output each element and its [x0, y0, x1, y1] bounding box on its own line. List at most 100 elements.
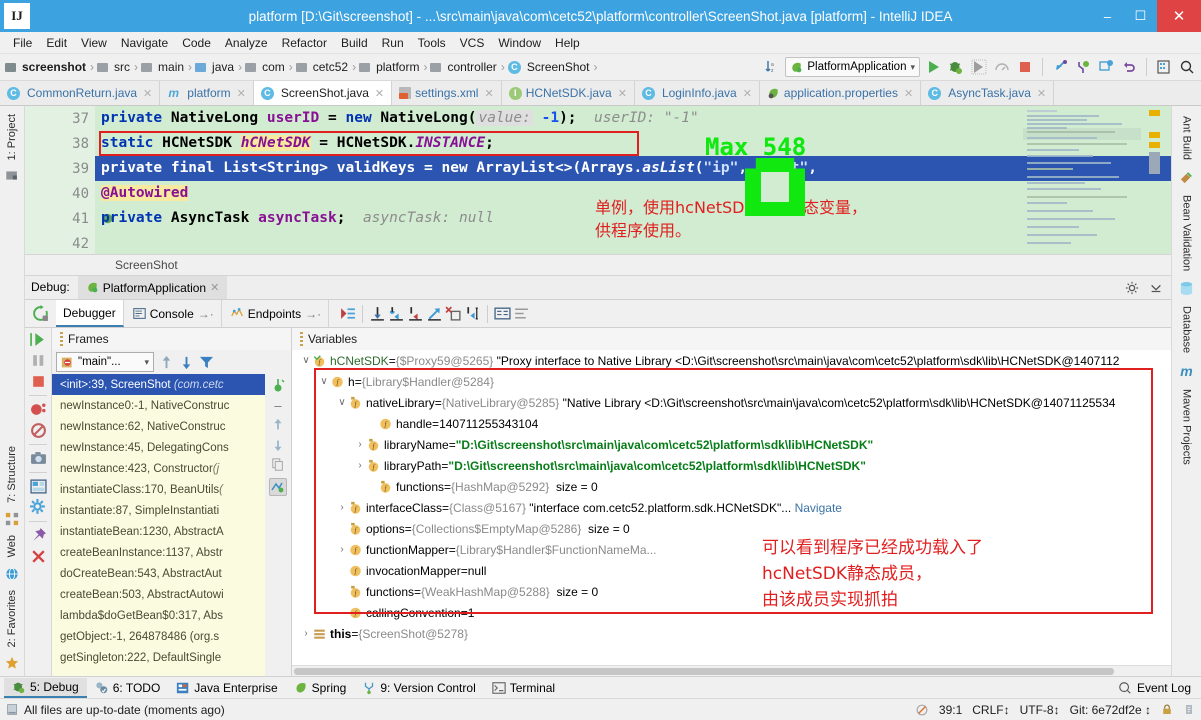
- variables-hscrollbar[interactable]: [292, 665, 1171, 676]
- settings-gear-icon[interactable]: [29, 499, 47, 516]
- frame-row[interactable]: newInstance:423, Constructor (j: [52, 458, 265, 479]
- move-up-icon[interactable]: [271, 418, 285, 432]
- toolwindow-java-enterprise[interactable]: Java Enterprise: [168, 679, 285, 697]
- close-icon[interactable]: ✕: [237, 87, 246, 100]
- search-icon[interactable]: [1177, 57, 1197, 77]
- drop-frame-icon[interactable]: [445, 305, 462, 322]
- arrow-up-icon[interactable]: [159, 355, 174, 370]
- frames-list[interactable]: <init>:39, ScreenShot (com.cetc newInsta…: [52, 374, 265, 676]
- copy-icon[interactable]: [271, 458, 285, 472]
- sidebar-item-ant-build[interactable]: Ant Build: [1181, 110, 1193, 166]
- collapse-icon[interactable]: –: [274, 399, 281, 412]
- code-editor[interactable]: 37 38 39 40 41 42 private NativeLong use…: [25, 106, 1171, 254]
- tab-endpoints[interactable]: Endpoints →·: [224, 300, 330, 327]
- expand-arrow-icon[interactable]: ›: [300, 628, 312, 639]
- frame-row[interactable]: instantiateBean:1230, AbstractA: [52, 521, 265, 542]
- menu-code[interactable]: Code: [175, 34, 218, 52]
- menu-navigate[interactable]: Navigate: [114, 34, 175, 52]
- pause-icon[interactable]: [30, 352, 47, 369]
- code-minimap[interactable]: [1023, 106, 1143, 254]
- breadcrumb-platform[interactable]: platform ›: [358, 59, 429, 75]
- hector-icon[interactable]: [915, 703, 929, 717]
- run-configuration-selector[interactable]: PlatformApplication ▾: [785, 57, 920, 77]
- menu-help[interactable]: Help: [548, 34, 587, 52]
- tab-commonreturn[interactable]: C CommonReturn.java ✕: [0, 81, 161, 105]
- close-button[interactable]: ✕: [1157, 0, 1201, 32]
- project-structure-icon[interactable]: [1154, 57, 1174, 77]
- arrow-down-icon[interactable]: [179, 355, 194, 370]
- frame-row[interactable]: <init>:39, ScreenShot (com.cetc: [52, 374, 265, 395]
- warning-stripe[interactable]: [1149, 110, 1160, 116]
- code-text-area[interactable]: private NativeLong userID = new NativeLo…: [95, 106, 1171, 254]
- close-icon[interactable]: [30, 548, 47, 565]
- line-separator[interactable]: CRLF↕: [972, 703, 1009, 717]
- frame-row[interactable]: newInstance0:-1, NativeConstruc: [52, 395, 265, 416]
- variable-row[interactable]: › f libraryName = "D:\Git\screenshot\src…: [292, 434, 1171, 455]
- expand-arrow-icon[interactable]: ∨: [318, 376, 330, 387]
- sidebar-item-structure[interactable]: 7: Structure: [6, 440, 18, 509]
- expand-arrow-icon[interactable]: ∨: [300, 355, 312, 366]
- step-into-icon[interactable]: [388, 305, 405, 322]
- warning-stripe[interactable]: [1149, 142, 1160, 148]
- variables-tree[interactable]: ∨ f hCNetSDK = {$Proxy59@5265} "Proxy in…: [292, 350, 1171, 665]
- editor-breadcrumb[interactable]: ScreenShot: [25, 254, 1171, 276]
- drag-handle-icon[interactable]: [300, 332, 303, 346]
- frame-row[interactable]: createBean:503, AbstractAutowi: [52, 584, 265, 605]
- toolwindow-terminal[interactable]: Terminal: [484, 679, 563, 697]
- expand-arrow-icon[interactable]: ›: [336, 502, 348, 513]
- tab-asynctask[interactable]: C AsyncTask.java ✕: [921, 81, 1055, 105]
- menu-vcs[interactable]: VCS: [453, 34, 492, 52]
- toggle-breakpoint-icon[interactable]: [1073, 57, 1093, 77]
- expand-arrow-icon[interactable]: ›: [354, 439, 366, 450]
- frame-row[interactable]: newInstance:62, NativeConstruc: [52, 416, 265, 437]
- gear-icon[interactable]: [1125, 281, 1139, 295]
- menu-view[interactable]: View: [74, 34, 114, 52]
- minimize-button[interactable]: –: [1091, 0, 1124, 32]
- show-execution-point-icon[interactable]: [339, 305, 356, 322]
- stop-icon[interactable]: [1015, 57, 1035, 77]
- editor-gutter[interactable]: 37 38 39 40 41 42: [25, 106, 116, 254]
- menu-file[interactable]: File: [6, 34, 39, 52]
- step-into-icon[interactable]: [1050, 57, 1070, 77]
- sidebar-item-database[interactable]: Database: [1181, 300, 1193, 359]
- run-icon[interactable]: [923, 57, 943, 77]
- hide-icon[interactable]: [1149, 281, 1163, 295]
- close-icon[interactable]: ✕: [143, 87, 152, 100]
- stop-icon[interactable]: [30, 373, 47, 390]
- debug-session-tab[interactable]: PlatformApplication ✕: [77, 276, 228, 299]
- menu-tools[interactable]: Tools: [411, 34, 453, 52]
- sidebar-item-favorites[interactable]: 2: Favorites: [6, 584, 18, 653]
- menu-run[interactable]: Run: [375, 34, 411, 52]
- frame-row[interactable]: instantiateClass:170, BeanUtils (: [52, 479, 265, 500]
- breadcrumb-src[interactable]: src ›: [96, 59, 140, 75]
- menu-build[interactable]: Build: [334, 34, 375, 52]
- tab-platform[interactable]: m platform ✕: [160, 81, 254, 105]
- toolwindow-debug[interactable]: 5: Debug: [4, 677, 87, 698]
- frame-row[interactable]: newInstance:45, DelegatingCons: [52, 437, 265, 458]
- move-down-icon[interactable]: [271, 438, 285, 452]
- variable-row[interactable]: f options = {Collections$EmptyMap@5286} …: [292, 518, 1171, 539]
- frame-row[interactable]: lambda$doGetBean$0:317, Abs: [52, 605, 265, 626]
- resume-icon[interactable]: [29, 331, 47, 348]
- breadcrumb-screenshot-class[interactable]: C ScreenShot ›: [507, 59, 600, 75]
- thread-selector[interactable]: "main"... ▾: [56, 352, 154, 372]
- step-over-icon[interactable]: [369, 305, 386, 322]
- event-log-label[interactable]: Event Log: [1137, 681, 1191, 695]
- expand-arrow-icon[interactable]: ∨: [336, 397, 348, 408]
- variable-row[interactable]: › this = {ScreenShot@5278}: [292, 623, 1171, 644]
- tab-debugger[interactable]: Debugger: [56, 300, 124, 327]
- close-icon[interactable]: ✕: [484, 87, 493, 100]
- menu-edit[interactable]: Edit: [39, 34, 74, 52]
- git-branch[interactable]: Git: 6e72df2e ↕: [1070, 703, 1151, 717]
- expand-arrow-icon[interactable]: ›: [336, 544, 348, 555]
- scrollbar-thumb[interactable]: [1149, 152, 1160, 174]
- variable-row[interactable]: f invocationMapper = null: [292, 560, 1171, 581]
- navigate-link[interactable]: Navigate: [795, 501, 842, 515]
- tab-logininfo[interactable]: C LoginInfo.java ✕: [634, 81, 760, 105]
- run-to-cursor-icon[interactable]: [464, 305, 481, 322]
- toolwindow-version-control[interactable]: 9: Version Control: [354, 679, 483, 697]
- frame-row[interactable]: getSingleton:222, DefaultSingle: [52, 647, 265, 668]
- toolwindow-todo[interactable]: 6: TODO: [87, 679, 169, 697]
- caret-position[interactable]: 39:1: [939, 703, 962, 717]
- force-step-into-icon[interactable]: [407, 305, 424, 322]
